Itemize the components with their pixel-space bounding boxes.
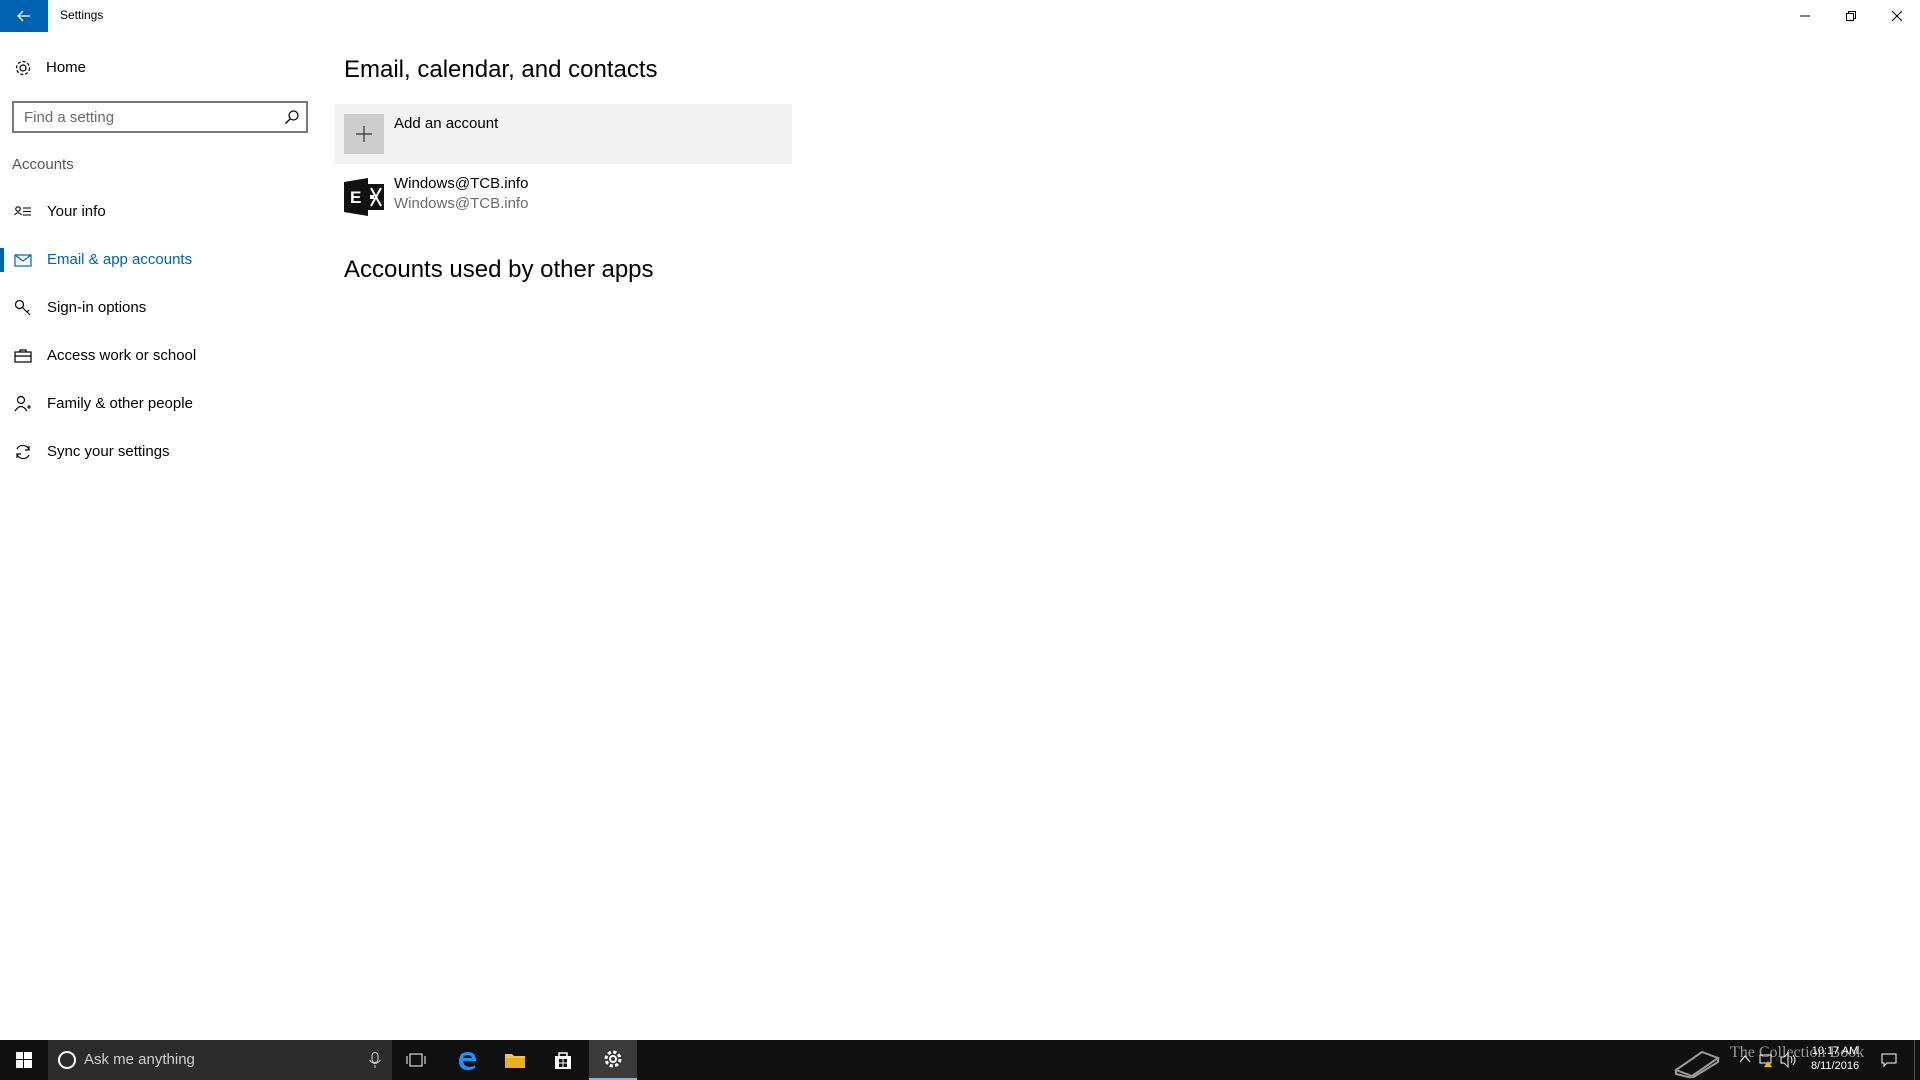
chevron-up-icon [1739, 1055, 1751, 1063]
show-desktop-button[interactable] [1914, 1040, 1920, 1080]
sidebar-item-label: Email & app accounts [47, 251, 193, 268]
page-title: Email, calendar, and contacts [344, 56, 658, 83]
main-content: Email, calendar, and contacts Add an acc… [320, 32, 1920, 1040]
sidebar-item-family-other-people[interactable]: Family & other people [0, 382, 320, 426]
close-icon [1892, 11, 1902, 21]
edge-browser-icon [459, 1052, 476, 1070]
sidebar-item-label: Access work or school [47, 347, 197, 364]
task-view-icon [406, 1053, 426, 1067]
section-label: Accounts [12, 156, 74, 173]
back-button[interactable] [0, 0, 48, 32]
store-button[interactable] [539, 1040, 587, 1080]
briefcase-icon [14, 349, 32, 363]
person-icon [14, 395, 31, 412]
book-logo-icon [1673, 1050, 1721, 1078]
cortana-search-box[interactable]: Ask me anything [48, 1040, 392, 1080]
edge-button[interactable] [443, 1040, 491, 1080]
add-account-label: Add an account [394, 115, 499, 132]
sidebar-item-label: Your info [47, 203, 106, 220]
folder-icon [505, 1054, 525, 1068]
network-warning-icon [1759, 1054, 1772, 1067]
plus-tile [344, 114, 384, 154]
section-heading: Accounts used by other apps [344, 256, 654, 283]
minimize-button[interactable] [1782, 0, 1828, 32]
contact-card-icon [14, 206, 31, 216]
notification-icon [1881, 1053, 1897, 1068]
windows-logo-icon [16, 1052, 32, 1068]
search-box [12, 101, 308, 133]
file-explorer-button[interactable] [491, 1040, 539, 1080]
sidebar-item-email-app-accounts[interactable]: Email & app accounts [0, 238, 320, 282]
key-icon [14, 299, 31, 316]
network-button[interactable] [1756, 1040, 1778, 1080]
mail-icon [14, 254, 32, 267]
microphone-icon[interactable] [368, 1052, 382, 1068]
sync-icon [16, 444, 30, 460]
sidebar-item-access-work-or-school[interactable]: Access work or school [0, 334, 320, 378]
search-input[interactable] [14, 103, 274, 131]
svg-text:E: E [350, 188, 361, 207]
sidebar-item-label: Sync your settings [47, 443, 170, 460]
gear-icon [15, 60, 31, 76]
gear-icon [604, 1050, 622, 1068]
taskbar: Ask me anything The Collection Book 10:1… [0, 1040, 1920, 1080]
account-item[interactable]: E Windows@TCB.info Windows@TCB.info [334, 168, 792, 228]
settings-taskbar-button[interactable] [589, 1040, 637, 1080]
active-indicator [0, 248, 4, 272]
plus-icon [356, 126, 372, 142]
action-center-button[interactable] [1874, 1040, 1904, 1080]
close-button[interactable] [1874, 0, 1920, 32]
minimize-icon [1800, 15, 1810, 17]
clock-time: 10:17 AM [1811, 1045, 1859, 1057]
exchange-logo-icon: E [344, 178, 384, 216]
clock[interactable]: 10:17 AM 8/11/2016 [1800, 1044, 1870, 1074]
start-button[interactable] [0, 1040, 48, 1080]
sidebar-item-label: Home [46, 59, 87, 76]
show-hidden-icons-button[interactable] [1736, 1040, 1756, 1080]
sidebar-item-sync-your-settings[interactable]: Sync your settings [0, 430, 320, 474]
search-icon[interactable] [284, 109, 300, 125]
sidebar: Home Accounts Your info Email & app acco… [0, 32, 320, 1040]
speaker-icon [1780, 1052, 1796, 1068]
back-arrow-icon [17, 10, 30, 22]
sidebar-item-sign-in-options[interactable]: Sign-in options [0, 286, 320, 330]
sidebar-item-home[interactable]: Home [0, 46, 320, 90]
sidebar-item-your-info[interactable]: Your info [0, 190, 320, 234]
window-title: Settings [60, 8, 104, 22]
sidebar-item-label: Sign-in options [47, 299, 147, 316]
add-account-button[interactable]: Add an account [334, 104, 792, 164]
title-bar: Settings [0, 0, 1920, 32]
restore-icon [1846, 11, 1856, 21]
account-detail: Windows@TCB.info [394, 195, 529, 212]
restore-button[interactable] [1828, 0, 1874, 32]
volume-button[interactable] [1778, 1040, 1800, 1080]
account-name: Windows@TCB.info [394, 175, 529, 192]
task-view-button[interactable] [392, 1040, 440, 1080]
clock-date: 8/11/2016 [1810, 1060, 1860, 1072]
store-bag-icon [555, 1052, 571, 1069]
sidebar-item-label: Family & other people [47, 395, 193, 412]
cortana-icon [58, 1051, 76, 1069]
cortana-placeholder: Ask me anything [84, 1051, 195, 1068]
